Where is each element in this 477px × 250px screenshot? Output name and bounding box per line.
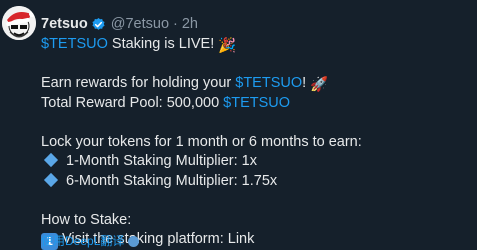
rocket-icon: 🚀 [310,77,329,93]
tweet-line-pool: Total Reward Pool: 500,000 $TETSUO [41,94,471,114]
cashtag-link[interactable]: $TETSUO [41,36,108,52]
tweet-text: $TETSUO Staking is LIVE! 🎉 Earn rewards … [41,35,471,250]
earn-text: Earn rewards for holding your [41,75,236,91]
blue-diamond-icon [43,172,59,187]
tweet-timestamp[interactable]: 2h [182,15,198,33]
avatar-image [2,6,36,40]
translate-label: 使用DeepL翻译 [41,234,125,248]
bullet-item: 6-Month Staking Multiplier: 1.75x [41,172,471,192]
translate-link[interactable]: 使用DeepL翻译 [41,234,140,248]
verified-badge-icon[interactable] [91,17,106,32]
cashtag-link[interactable]: $TETSUO [223,95,290,111]
pool-text: Total Reward Pool: 500,000 [41,94,224,111]
headline-text: Staking is LIVE! [107,36,219,52]
bullet-item: 1-Month Staking Multiplier: 1x [41,152,471,172]
party-popper-icon: 🎉 [218,38,237,54]
lock-text: Lock your tokens for 1 month or 6 months… [41,133,362,150]
author-display-name[interactable]: 7etsuo [41,15,88,33]
bullet-text: 6-Month Staking Multiplier: 1.75x [66,172,278,189]
translate-icon [128,235,140,247]
tweet-line-headline: $TETSUO Staking is LIVE! 🎉 [41,35,471,55]
tweet-line-lock: Lock your tokens for 1 month or 6 months… [41,133,471,153]
tweet-line-earn: Earn rewards for holding your $TETSUO! 🚀 [41,74,471,94]
header-separator: · [173,16,178,32]
earn-after-text: ! [302,75,311,91]
blue-diamond-icon [43,152,59,168]
tweet-line-howto: How to Stake: [41,211,471,231]
bullet-text: 1-Month Staking Multiplier: 1x [66,153,257,169]
author-handle[interactable]: @7etsuo [111,15,169,33]
tweet-header: 7etsuo @7etsuo · 2h [41,15,198,33]
cashtag-link[interactable]: $TETSUO [235,75,302,91]
howto-text: How to Stake: [41,211,132,228]
avatar[interactable] [2,6,36,40]
